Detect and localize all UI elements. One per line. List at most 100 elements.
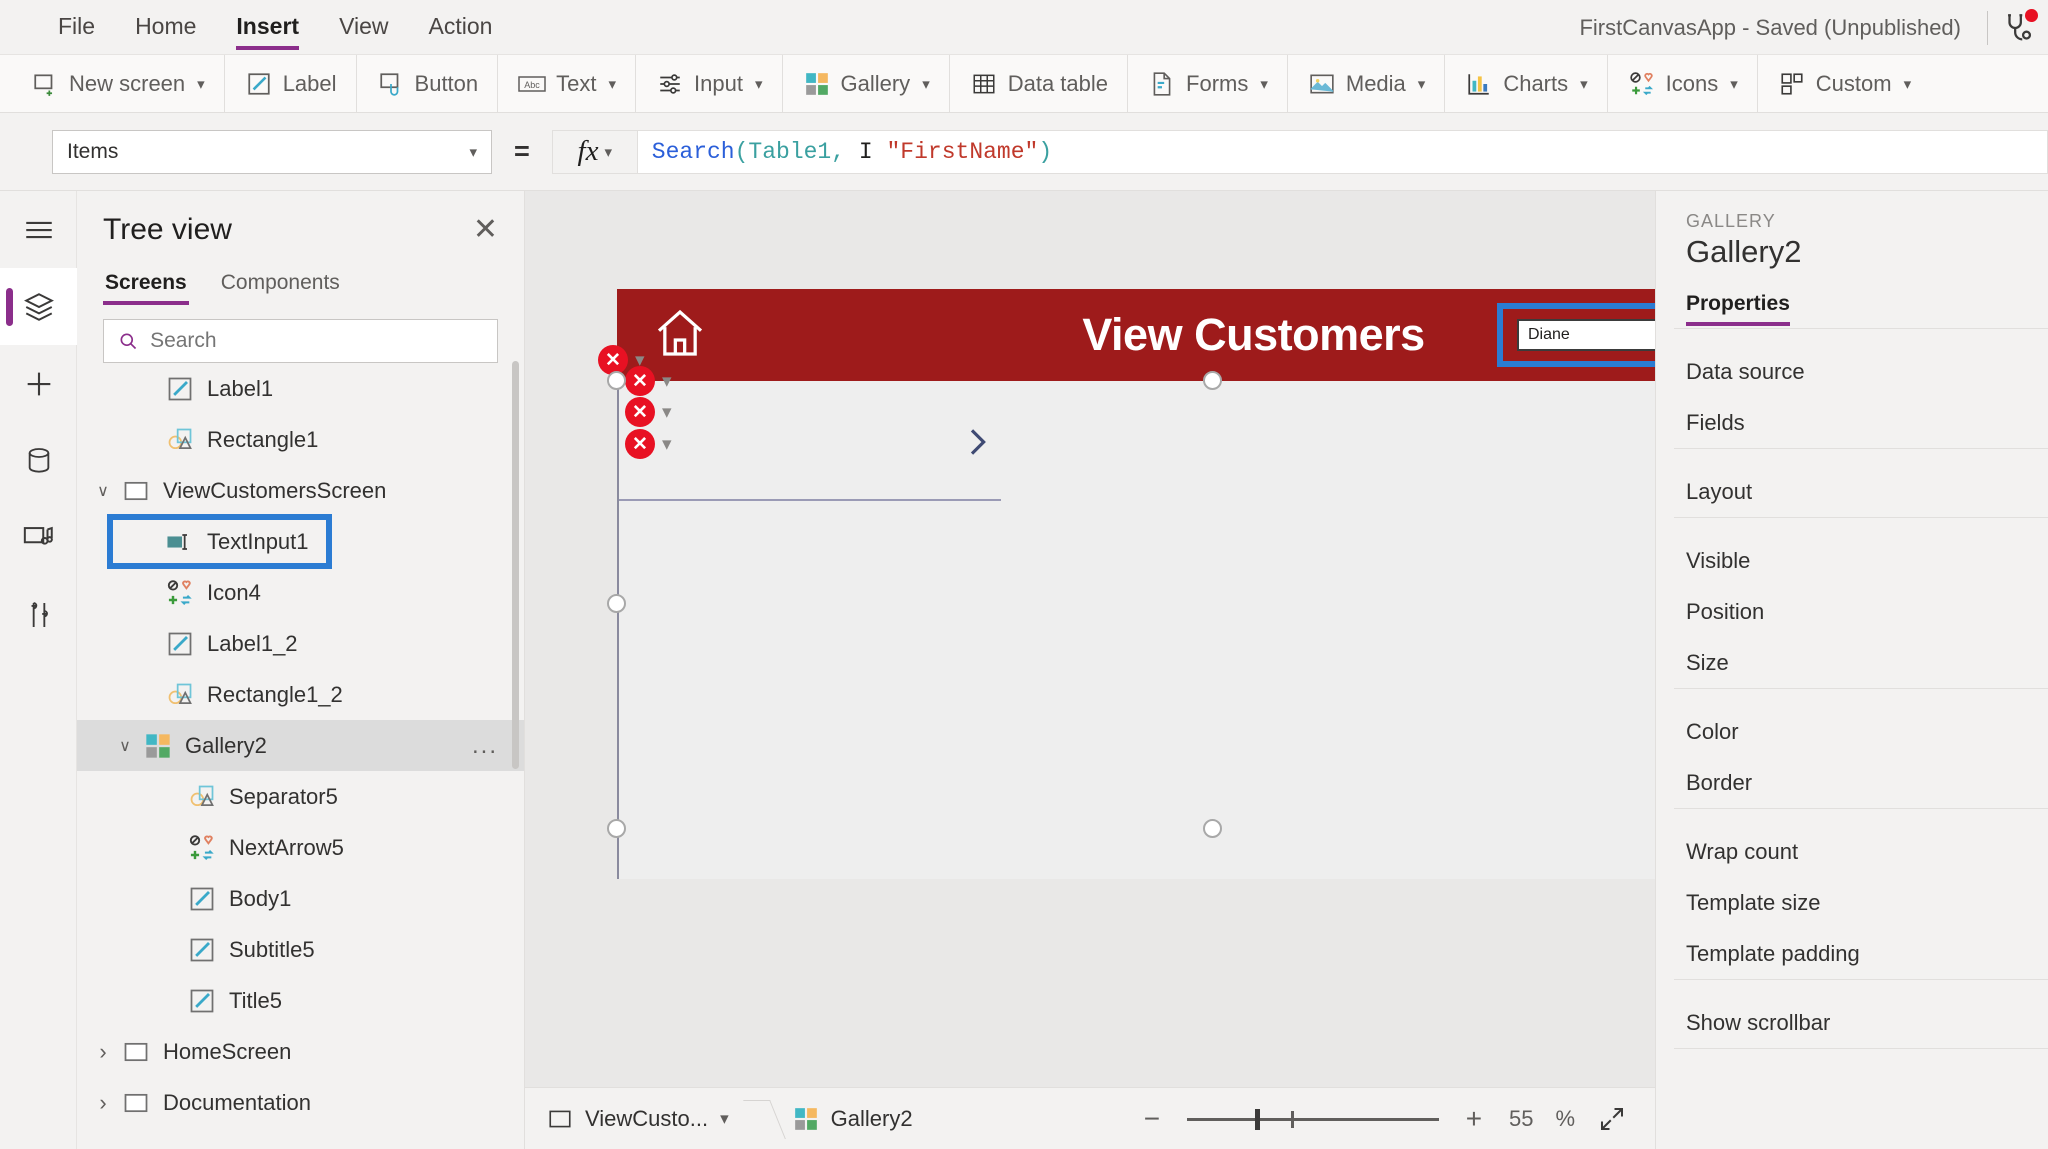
formula-input[interactable]: Search(Table1, I "FirstName"): [637, 129, 2048, 174]
tree-node-label: Label1: [207, 375, 274, 401]
tree-node-documentation[interactable]: › Documentation: [77, 1077, 524, 1128]
property-row-wrap-count[interactable]: Wrap count: [1656, 826, 2048, 877]
tree-node-body1[interactable]: Body1: [77, 873, 524, 924]
menu-item-view[interactable]: View: [319, 0, 408, 56]
tree-node-label: NextArrow5: [229, 834, 344, 860]
ribbon-data-table[interactable]: Data table: [950, 54, 1129, 113]
tree-node-label: Documentation: [163, 1089, 311, 1115]
selection-handle[interactable]: [607, 819, 626, 838]
svg-text:Abc: Abc: [524, 80, 540, 90]
tree-scrollbar[interactable]: [512, 361, 519, 769]
ribbon-new-screen[interactable]: New screen ▾: [0, 54, 225, 113]
selection-handle[interactable]: [1203, 819, 1222, 838]
selection-handle[interactable]: [607, 371, 626, 390]
tree-node-icon4[interactable]: Icon4: [77, 567, 524, 618]
ribbon-label-btn[interactable]: Label: [225, 54, 357, 113]
property-row-position[interactable]: Position: [1656, 586, 2048, 637]
property-row-border[interactable]: Border: [1656, 757, 2048, 808]
hamburger-menu-button[interactable]: [0, 191, 77, 268]
breadcrumb-gallery[interactable]: Gallery2: [771, 1088, 935, 1149]
chevron-down-icon[interactable]: ▾: [720, 1109, 729, 1129]
selection-handle[interactable]: [607, 594, 626, 613]
app-canvas[interactable]: View Customers Diane ✕ ▾ ✕ ▾ ✕ ▾ ✕ ▾: [525, 191, 1819, 1087]
tab-components[interactable]: Components: [219, 265, 342, 307]
tree-node-label1[interactable]: Label1: [77, 363, 524, 414]
tab-properties[interactable]: Properties: [1686, 292, 1790, 328]
fx-button[interactable]: fx ▾: [551, 129, 638, 174]
chevron-down-icon[interactable]: ∨: [111, 736, 139, 756]
chevron-down-icon[interactable]: ∨: [89, 481, 117, 501]
tree-search-box[interactable]: [103, 319, 498, 363]
menu-item-action[interactable]: Action: [409, 0, 513, 56]
top-right-area: FirstCanvasApp - Saved (Unpublished): [1579, 0, 2048, 55]
error-badge[interactable]: ✕: [625, 429, 655, 459]
ribbon-charts[interactable]: Charts ▾: [1445, 54, 1608, 113]
menu-item-insert[interactable]: Insert: [216, 0, 319, 56]
ribbon-gallery[interactable]: Gallery ▾: [783, 54, 950, 113]
chevron-down-icon[interactable]: ▾: [662, 433, 672, 456]
zoom-slider-track: [1186, 1117, 1439, 1121]
error-badge[interactable]: ✕: [625, 366, 655, 396]
property-dropdown[interactable]: Items ▾: [52, 129, 492, 174]
tree-node-gallery2[interactable]: ∨ Gallery2...: [77, 720, 524, 771]
property-row-layout[interactable]: Layout: [1656, 466, 2048, 517]
ribbon-icons[interactable]: Icons ▾: [1608, 54, 1758, 113]
fit-screen-button[interactable]: [1597, 1104, 1627, 1134]
property-row-show-scrollbar[interactable]: Show scrollbar: [1656, 997, 2048, 1048]
ribbon-media[interactable]: Media ▾: [1288, 54, 1446, 113]
chevron-down-icon[interactable]: ▾: [662, 370, 672, 393]
property-row-size[interactable]: Size: [1656, 637, 2048, 688]
ribbon-label: Label: [282, 70, 337, 96]
tree-node-nextarrow5[interactable]: NextArrow5: [77, 822, 524, 873]
zoom-in-button[interactable]: +: [1461, 1103, 1487, 1135]
label-icon: [161, 375, 199, 403]
menu-item-file[interactable]: File: [38, 0, 115, 56]
tree-node-homescreen[interactable]: › HomeScreen: [77, 1026, 524, 1077]
media-button[interactable]: [0, 499, 77, 576]
tree-view-button[interactable]: [0, 268, 77, 345]
home-icon[interactable]: [652, 305, 708, 366]
chevron-right-icon[interactable]: ›: [89, 1090, 117, 1116]
zoom-out-button[interactable]: −: [1139, 1103, 1165, 1135]
zoom-slider[interactable]: [1186, 1105, 1439, 1133]
property-row-fields[interactable]: Fields: [1656, 397, 2048, 448]
ribbon-forms[interactable]: Forms ▾: [1128, 54, 1288, 113]
chevron-down-icon: ▾: [1903, 75, 1912, 93]
ribbon-text[interactable]: Abc Text ▾: [498, 54, 637, 113]
insert-button[interactable]: [0, 345, 77, 422]
tree-node-separator5[interactable]: Separator5: [77, 771, 524, 822]
property-row-color[interactable]: Color: [1656, 706, 2048, 757]
tree-node-rectangle1[interactable]: Rectangle1: [77, 414, 524, 465]
tree-node-subtitle5[interactable]: Subtitle5: [77, 924, 524, 975]
search-input[interactable]: [150, 329, 483, 353]
close-icon[interactable]: ✕: [473, 215, 498, 245]
ribbon-input[interactable]: Input ▾: [636, 54, 783, 113]
tree-node-rectangle1_2[interactable]: Rectangle1_2: [77, 669, 524, 720]
menu-item-home[interactable]: Home: [115, 0, 216, 56]
chevron-right-icon[interactable]: ›: [89, 1039, 117, 1065]
data-button[interactable]: [0, 422, 77, 499]
property-row-data-source[interactable]: Data source: [1656, 346, 2048, 397]
tree-node-viewcustomersscreen[interactable]: ∨ ViewCustomersScreen: [77, 465, 524, 516]
property-row-template-size[interactable]: Template size: [1656, 877, 2048, 928]
ribbon-button-btn[interactable]: Button: [357, 54, 499, 113]
breadcrumb-screen[interactable]: ViewCusto... ▾: [525, 1088, 751, 1149]
tree-node-more-button[interactable]: ...: [472, 732, 498, 760]
property-row-template-padding[interactable]: Template padding: [1656, 928, 2048, 979]
zoom-slider-thumb[interactable]: [1254, 1108, 1260, 1130]
selection-handle[interactable]: [1203, 371, 1222, 390]
chevron-down-icon[interactable]: ▾: [662, 401, 672, 424]
advanced-tools-button[interactable]: [0, 576, 77, 653]
error-badge[interactable]: ✕: [625, 397, 655, 427]
tab-screens[interactable]: Screens: [103, 265, 189, 307]
tree-node-label: Rectangle1_2: [207, 681, 343, 707]
tree-node-textinput1[interactable]: TextInput1: [77, 514, 524, 569]
tree-node-list: Label1 Rectangle1 ∨ ViewCustomersScreen Text…: [77, 363, 524, 1149]
app-checker-button[interactable]: [1988, 0, 2048, 55]
property-row-visible[interactable]: Visible: [1656, 535, 2048, 586]
chevron-right-icon[interactable]: [957, 419, 997, 470]
ribbon-custom[interactable]: Custom ▾: [1758, 55, 1930, 113]
tree-node-label1_2[interactable]: Label1_2: [77, 618, 524, 669]
gallery-control[interactable]: [617, 381, 1809, 879]
tree-node-title5[interactable]: Title5: [77, 975, 524, 1026]
